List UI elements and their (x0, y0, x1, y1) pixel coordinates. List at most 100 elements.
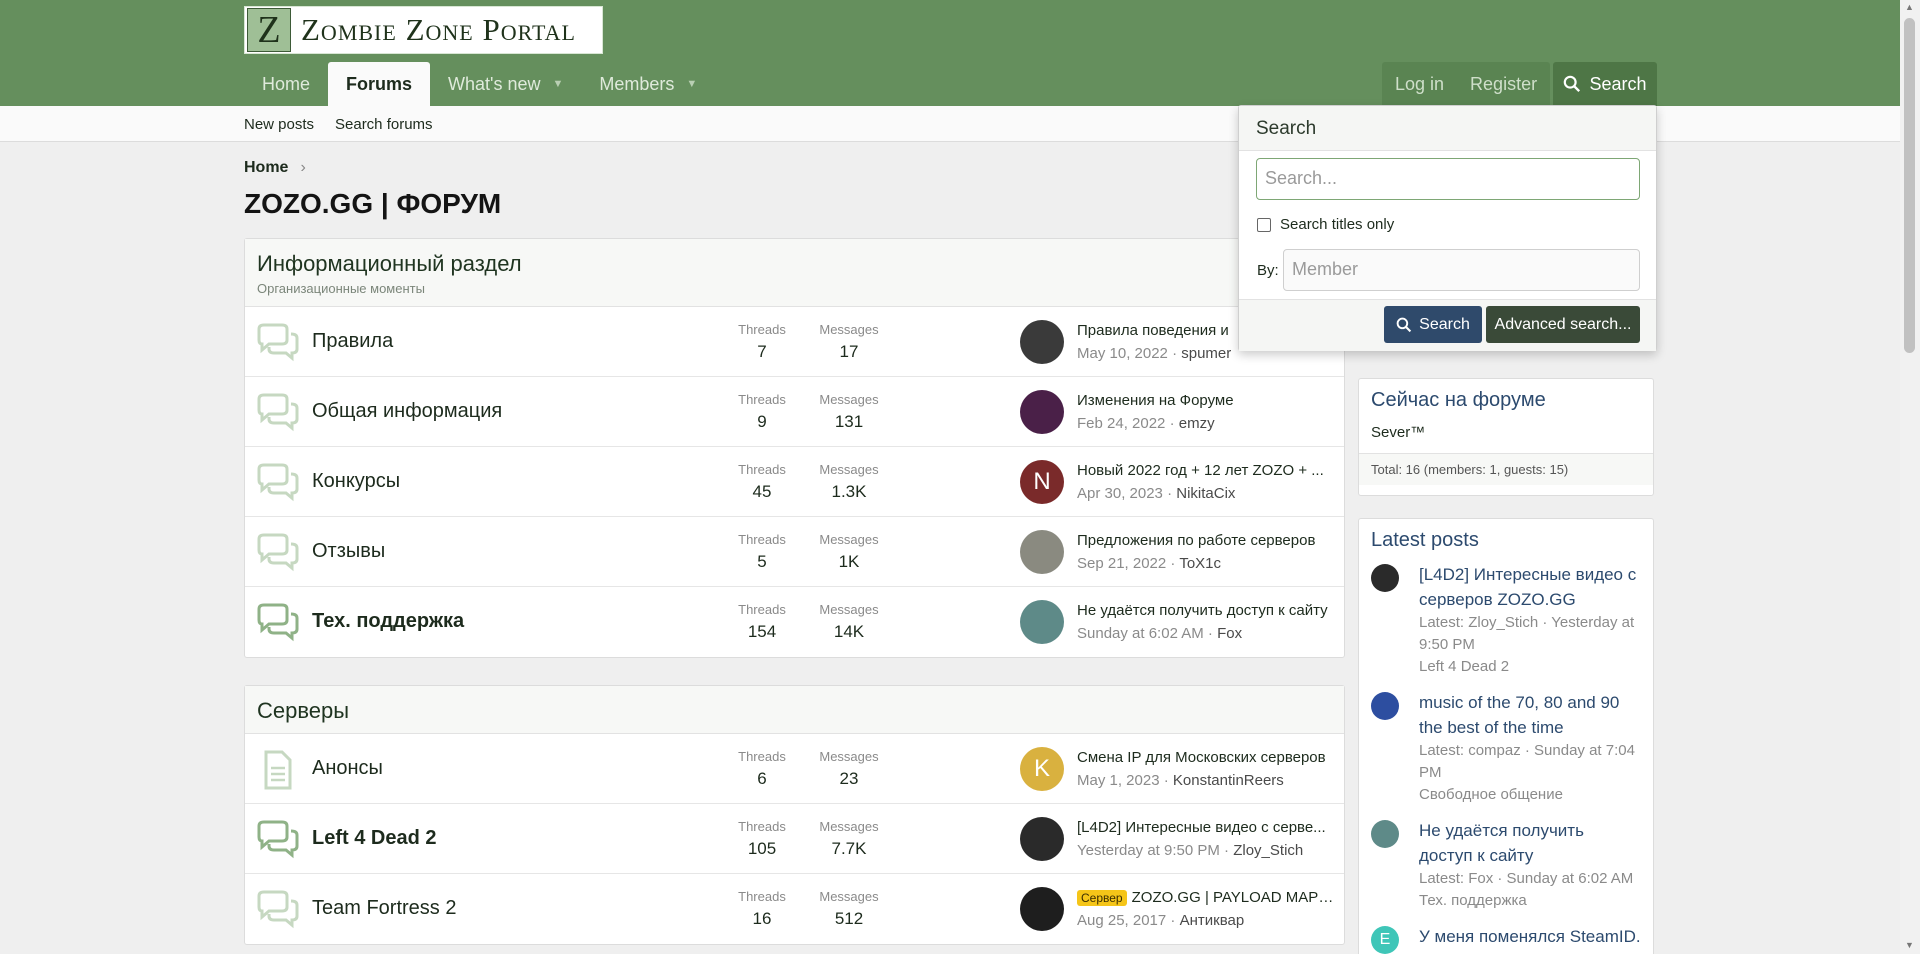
latest-post-forum[interactable]: Тех. поддержка (1419, 890, 1641, 912)
forum-row[interactable]: Тех. поддержка Threads 154 Messages 14K Не уд… (245, 587, 1344, 657)
threads-count: 6 (757, 769, 767, 788)
avatar[interactable] (1371, 820, 1399, 848)
search-nav-button[interactable]: Search (1553, 62, 1657, 106)
last-post-user[interactable]: Zloy_Stich (1233, 842, 1303, 859)
avatar[interactable]: K (1020, 747, 1064, 791)
avatar[interactable] (1020, 320, 1064, 364)
threads-stat: Threads 45 (722, 462, 802, 502)
latest-post-meta[interactable]: Latest: compaz · Sunday at 7:04 PM (1419, 740, 1641, 784)
last-post-user[interactable]: ToX1c (1179, 555, 1221, 572)
last-post-user[interactable]: NikitaCix (1176, 485, 1235, 502)
chevron-down-icon[interactable]: ▼ (686, 78, 697, 90)
latest-post-forum[interactable]: Left 4 Dead 2 (1419, 656, 1641, 678)
last-post-user[interactable]: spumer (1181, 345, 1231, 362)
search-titles-only-checkbox[interactable]: Search titles only (1257, 216, 1394, 233)
last-post-user[interactable]: KonstantinReers (1173, 772, 1284, 789)
last-post-user[interactable]: Антиквар (1180, 912, 1245, 929)
category-title[interactable]: Информационный раздел (257, 251, 1332, 277)
nav-tab-whats-new[interactable]: What's new ▼ (430, 62, 581, 106)
avatar[interactable] (1020, 600, 1064, 644)
last-post-title[interactable]: Смена IP для Московских серверов (1077, 749, 1337, 766)
forum-title[interactable]: Общая информация (312, 400, 502, 423)
breadcrumb-home[interactable]: Home (244, 159, 288, 176)
last-post-date[interactable]: Feb 24, 2022 (1077, 415, 1165, 432)
avatar[interactable] (1020, 530, 1064, 574)
avatar[interactable] (1371, 564, 1399, 592)
online-title[interactable]: Сейчас на форуме (1359, 379, 1653, 422)
forum-title[interactable]: Тех. поддержка (312, 610, 464, 633)
member-input[interactable]: Member (1283, 249, 1640, 291)
login-link[interactable]: Log in (1382, 62, 1457, 106)
forum-row[interactable]: Общая информация Threads 9 Messages 131 Измен… (245, 377, 1344, 447)
last-post-title-text: Новый 2022 год + 12 лет ZOZO + ... (1077, 462, 1324, 479)
new-posts-link[interactable]: New posts (244, 116, 314, 133)
forum-row[interactable]: Отзывы Threads 5 Messages 1K Предложения по р… (245, 517, 1344, 587)
site-logo[interactable]: Z Zombie Zone Portal (244, 6, 603, 54)
page-scrollbar[interactable]: ▲ ▼ (1900, 0, 1920, 954)
last-post-date[interactable]: Sep 21, 2022 (1077, 555, 1166, 572)
latest-post-item: [L4D2] Интересные видео с серверов ZOZO.… (1371, 562, 1641, 678)
last-post-title[interactable]: [L4D2] Интересные видео с серве... (1077, 819, 1337, 836)
scroll-down-icon[interactable]: ▼ (1905, 940, 1914, 950)
last-post-title[interactable]: Предложения по работе серверов (1077, 532, 1337, 549)
last-post-meta: Sep 21, 2022 · ToX1c (1077, 555, 1222, 572)
forum-row[interactable]: Team Fortress 2 Threads 16 Messages 512 Серве… (245, 874, 1344, 944)
latest-post-title[interactable]: music of the 70, 80 and 90 the best of t… (1419, 690, 1641, 740)
chevron-down-icon[interactable]: ▼ (553, 78, 564, 90)
search-submit-label: Search (1419, 315, 1470, 333)
latest-posts-title[interactable]: Latest posts (1359, 519, 1653, 562)
last-post-title[interactable]: Не удаётся получить доступ к сайту (1077, 602, 1337, 619)
latest-post-title[interactable]: У меня поменялся SteamID. (1419, 924, 1641, 949)
avatar[interactable]: E (1371, 926, 1399, 954)
checkbox-icon[interactable] (1257, 217, 1271, 232)
scroll-up-icon[interactable]: ▲ (1905, 2, 1914, 12)
latest-post-meta[interactable]: Latest: Zloy_Stich · Yesterday at 9:50 P… (1419, 612, 1641, 656)
forum-title[interactable]: Конкурсы (312, 470, 400, 493)
last-post-date[interactable]: Aug 25, 2017 (1077, 912, 1166, 929)
search-icon (1396, 317, 1412, 332)
search-input[interactable]: Search... (1256, 158, 1640, 200)
avatar[interactable] (1020, 390, 1064, 434)
online-members[interactable]: Sever™ (1359, 422, 1653, 453)
nav-tab-forums[interactable]: Forums (328, 62, 431, 106)
last-post-meta: Sunday at 6:02 AM · Fox (1077, 625, 1243, 642)
latest-post-meta[interactable]: Latest: Fox · Sunday at 6:02 AM (1419, 868, 1641, 890)
last-post-date[interactable]: Apr 30, 2023 (1077, 485, 1163, 502)
scrollbar-thumb[interactable] (1904, 18, 1915, 353)
forum-row[interactable]: Конкурсы Threads 45 Messages 1.3K N Новый 2022… (245, 447, 1344, 517)
last-post-title-text: Смена IP для Московских серверов (1077, 749, 1326, 766)
forum-title[interactable]: Отзывы (312, 540, 385, 563)
latest-post-title[interactable]: [L4D2] Интересные видео с серверов ZOZO.… (1419, 562, 1641, 612)
threads-label: Threads (738, 602, 786, 617)
forum-title[interactable]: Правила (312, 330, 393, 353)
messages-count: 7.7K (831, 839, 867, 858)
forum-row[interactable]: Анонсы Threads 6 Messages 23 K Смена IP для Мо… (245, 734, 1344, 804)
advanced-search-button[interactable]: Advanced search... (1486, 306, 1640, 343)
last-post-title[interactable]: Новый 2022 год + 12 лет ZOZO + ... (1077, 462, 1337, 479)
last-post-date[interactable]: May 10, 2022 (1077, 345, 1168, 362)
search-forums-link[interactable]: Search forums (335, 116, 433, 133)
nav-tab-members[interactable]: Members ▼ (581, 62, 715, 106)
last-post-title[interactable]: Сервер ZOZO.GG | PAYLOAD MAPS... (1077, 889, 1337, 906)
last-post-user[interactable]: Fox (1217, 625, 1242, 642)
forum-title[interactable]: Team Fortress 2 (312, 897, 456, 920)
nav-tab-home[interactable]: Home (244, 62, 328, 106)
last-post-date[interactable]: Yesterday at 9:50 PM (1077, 842, 1220, 859)
forum-row[interactable]: Left 4 Dead 2 Threads 105 Messages 7.7K [L4D2… (245, 804, 1344, 874)
register-link[interactable]: Register (1457, 62, 1550, 106)
forum-row[interactable]: Правила Threads 7 Messages 17 Правила поведен… (245, 307, 1344, 377)
last-post-title[interactable]: Изменения на Форуме (1077, 392, 1337, 409)
category-title[interactable]: Серверы (257, 698, 1332, 724)
latest-post-title[interactable]: Не удаётся получить доступ к сайту (1419, 818, 1641, 868)
forum-title[interactable]: Анонсы (312, 757, 383, 780)
last-post-user[interactable]: emzy (1179, 415, 1215, 432)
avatar[interactable] (1020, 817, 1064, 861)
avatar[interactable] (1020, 887, 1064, 931)
last-post-date[interactable]: May 1, 2023 (1077, 772, 1160, 789)
latest-post-forum[interactable]: Свободное общение (1419, 784, 1641, 806)
search-submit-button[interactable]: Search (1384, 306, 1482, 343)
avatar[interactable]: N (1020, 460, 1064, 504)
last-post-date[interactable]: Sunday at 6:02 AM (1077, 625, 1204, 642)
forum-title[interactable]: Left 4 Dead 2 (312, 827, 436, 850)
avatar[interactable] (1371, 692, 1399, 720)
